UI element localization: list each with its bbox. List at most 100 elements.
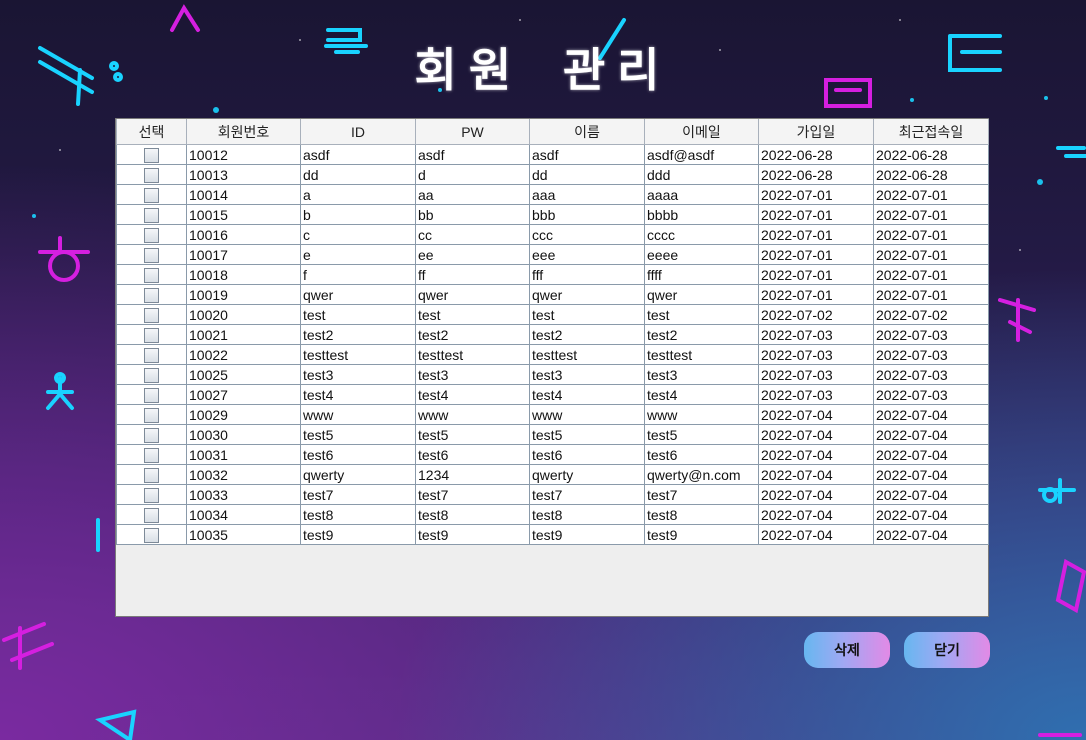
table-cell[interactable]: test6	[415, 444, 530, 465]
table-row[interactable]: 10017 e ee eee eeee 2022-07-01 2022-07-01	[116, 244, 989, 265]
table-cell[interactable]: test	[644, 304, 759, 325]
table-cell[interactable]: 2022-07-03	[873, 384, 989, 405]
table-cell[interactable]: testtest	[415, 344, 530, 365]
table-cell[interactable]: 10030	[186, 424, 301, 445]
table-cell[interactable]: bbbb	[644, 204, 759, 225]
select-cell[interactable]	[116, 144, 187, 165]
table-cell[interactable]: test6	[300, 444, 416, 465]
table-cell[interactable]: 2022-07-01	[758, 284, 874, 305]
table-cell[interactable]: 2022-07-03	[873, 344, 989, 365]
table-cell[interactable]: qwer	[415, 284, 530, 305]
table-cell[interactable]: 2022-07-03	[758, 364, 874, 385]
table-cell[interactable]: qwer	[300, 284, 416, 305]
table-cell[interactable]: 2022-07-03	[873, 364, 989, 385]
table-cell[interactable]: bbb	[529, 204, 645, 225]
table-cell[interactable]: 2022-07-01	[873, 204, 989, 225]
table-cell[interactable]: c	[300, 224, 416, 245]
table-cell[interactable]: test	[300, 304, 416, 325]
select-cell[interactable]	[116, 524, 187, 545]
table-cell[interactable]: e	[300, 244, 416, 265]
table-cell[interactable]: 2022-06-28	[873, 144, 989, 165]
table-row[interactable]: 10019 qwer qwer qwer qwer 2022-07-01 2022-07-0…	[116, 284, 989, 305]
table-cell[interactable]: www	[644, 404, 759, 425]
table-row[interactable]: 10016 c cc ccc cccc 2022-07-01 2022-07-01	[116, 224, 989, 245]
table-row[interactable]: 10032 qwerty 1234 qwerty qwerty@n.com 2022-07…	[116, 464, 989, 485]
row-checkbox-icon[interactable]	[144, 288, 159, 304]
table-cell[interactable]: 10033	[186, 484, 301, 505]
table-cell[interactable]: 2022-06-28	[758, 144, 874, 165]
table-cell[interactable]: www	[300, 404, 416, 425]
column-header[interactable]: 선택	[116, 119, 187, 145]
table-cell[interactable]: 2022-07-04	[758, 504, 874, 525]
table-cell[interactable]: test	[529, 304, 645, 325]
table-cell[interactable]: test8	[300, 504, 416, 525]
table-cell[interactable]: test2	[529, 324, 645, 345]
table-cell[interactable]: 1234	[415, 464, 530, 485]
table-cell[interactable]: 10015	[186, 204, 301, 225]
table-cell[interactable]: 2022-07-01	[758, 184, 874, 205]
row-checkbox-icon[interactable]	[144, 448, 159, 464]
table-row[interactable]: 10035 test9 test9 test9 test9 2022-07-04 2022-…	[116, 524, 989, 545]
table-cell[interactable]: 2022-07-04	[873, 464, 989, 485]
table-cell[interactable]: 2022-07-03	[758, 324, 874, 345]
table-cell[interactable]: 10013	[186, 164, 301, 185]
table-cell[interactable]: test6	[644, 444, 759, 465]
table-cell[interactable]: test8	[415, 504, 530, 525]
table-cell[interactable]: 2022-07-03	[758, 384, 874, 405]
table-cell[interactable]: test2	[300, 324, 416, 345]
table-row[interactable]: 10018 f ff fff ffff 2022-07-01 2022-07-01	[116, 264, 989, 285]
table-cell[interactable]: test8	[644, 504, 759, 525]
table-row[interactable]: 10025 test3 test3 test3 test3 2022-07-03 2022-…	[116, 364, 989, 385]
table-cell[interactable]: a	[300, 184, 416, 205]
select-cell[interactable]	[116, 204, 187, 225]
table-cell[interactable]: 2022-07-04	[873, 524, 989, 545]
table-cell[interactable]: www	[529, 404, 645, 425]
column-header[interactable]: 이메일	[644, 119, 759, 145]
column-header[interactable]: PW	[415, 119, 530, 145]
table-cell[interactable]: 10019	[186, 284, 301, 305]
table-cell[interactable]: test5	[300, 424, 416, 445]
select-cell[interactable]	[116, 444, 187, 465]
table-cell[interactable]: 2022-07-04	[758, 424, 874, 445]
table-cell[interactable]: 2022-07-04	[758, 464, 874, 485]
table-cell[interactable]: 2022-07-04	[873, 424, 989, 445]
select-cell[interactable]	[116, 424, 187, 445]
table-cell[interactable]: 2022-07-01	[758, 224, 874, 245]
table-cell[interactable]: test3	[529, 364, 645, 385]
table-cell[interactable]: test9	[644, 524, 759, 545]
table-cell[interactable]: 2022-07-04	[758, 484, 874, 505]
table-row[interactable]: 10015 b bb bbb bbbb 2022-07-01 2022-07-01	[116, 204, 989, 225]
table-cell[interactable]: dd	[300, 164, 416, 185]
table-cell[interactable]: 10031	[186, 444, 301, 465]
table-cell[interactable]: test9	[415, 524, 530, 545]
table-cell[interactable]: test5	[529, 424, 645, 445]
table-cell[interactable]: ddd	[644, 164, 759, 185]
table-cell[interactable]: test	[415, 304, 530, 325]
table-cell[interactable]: 10020	[186, 304, 301, 325]
table-cell[interactable]: www	[415, 404, 530, 425]
row-checkbox-icon[interactable]	[144, 308, 159, 324]
row-checkbox-icon[interactable]	[144, 368, 159, 384]
select-cell[interactable]	[116, 364, 187, 385]
table-cell[interactable]: 2022-07-03	[758, 344, 874, 365]
table-row[interactable]: 10021 test2 test2 test2 test2 2022-07-03 2022-…	[116, 324, 989, 345]
table-cell[interactable]: 10027	[186, 384, 301, 405]
table-cell[interactable]: aaa	[529, 184, 645, 205]
select-cell[interactable]	[116, 224, 187, 245]
table-cell[interactable]: test2	[644, 324, 759, 345]
table-cell[interactable]: test5	[644, 424, 759, 445]
table-cell[interactable]: bb	[415, 204, 530, 225]
table-cell[interactable]: test4	[415, 384, 530, 405]
table-cell[interactable]: 2022-07-04	[758, 404, 874, 425]
table-cell[interactable]: 2022-06-28	[758, 164, 874, 185]
table-cell[interactable]: 10017	[186, 244, 301, 265]
table-cell[interactable]: test4	[529, 384, 645, 405]
table-cell[interactable]: 10014	[186, 184, 301, 205]
row-checkbox-icon[interactable]	[144, 188, 159, 204]
table-row[interactable]: 10030 test5 test5 test5 test5 2022-07-04 2022-…	[116, 424, 989, 445]
table-row[interactable]: 10033 test7 test7 test7 test7 2022-07-04 2022-…	[116, 484, 989, 505]
table-cell[interactable]: eee	[529, 244, 645, 265]
table-cell[interactable]: 2022-07-01	[873, 264, 989, 285]
table-cell[interactable]: eeee	[644, 244, 759, 265]
table-cell[interactable]: 2022-07-01	[758, 244, 874, 265]
